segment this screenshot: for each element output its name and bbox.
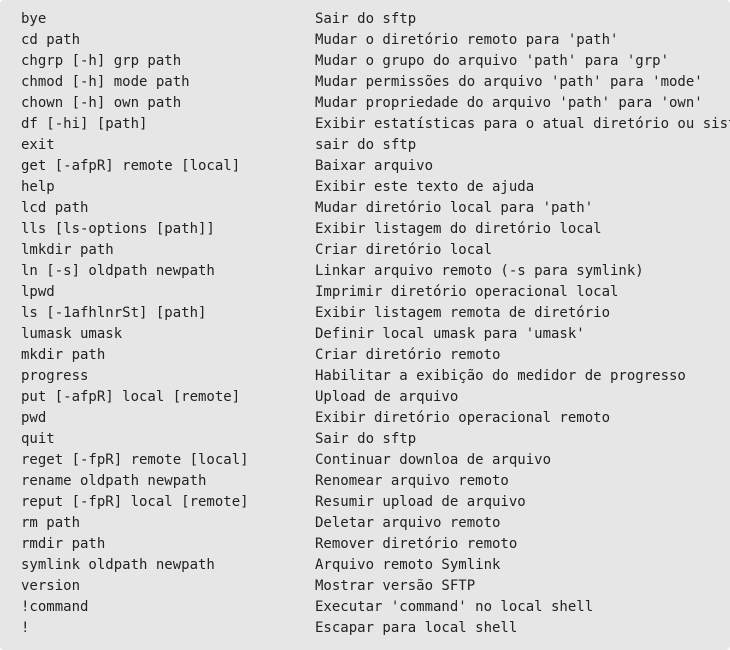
command-description: Exibir diretório operacional remoto <box>315 410 611 426</box>
command-row: lmkdir path Criar diretório local <box>0 240 730 261</box>
command-syntax: reput [-fpR] local [remote] <box>21 494 249 510</box>
command-row: put [-afpR] local [remote] Upload de arqu… <box>0 387 730 408</box>
command-row: ! Escapar para local shell <box>0 618 730 639</box>
command-description: Exibir este texto de ajuda <box>315 179 535 195</box>
command-description: Mudar diretório local para 'path' <box>315 200 594 216</box>
command-row: bye Sair do sftp <box>0 9 730 30</box>
command-syntax: rm path <box>21 515 81 531</box>
command-description: Sair do sftp <box>315 431 417 447</box>
code-block: bye Sair do sftp cd path Mudar o diretório … <box>0 0 730 650</box>
command-syntax: get [-afpR] remote [local] <box>21 158 241 174</box>
command-description: Upload de arquivo <box>315 389 459 405</box>
command-description: Sair do sftp <box>315 11 417 27</box>
command-description: sair do sftp <box>315 137 417 153</box>
command-description: Habilitar a exibição do medidor de progr… <box>315 368 686 384</box>
command-row: cd path Mudar o diretório remoto para 'pa… <box>0 30 730 51</box>
command-description: Criar diretório remoto <box>315 347 501 363</box>
command-syntax: help <box>21 179 55 195</box>
command-description: Resumir upload de arquivo <box>315 494 526 510</box>
command-description: Mudar o grupo do arquivo 'path' para 'gr… <box>315 53 670 69</box>
command-row: symlink oldpath newpath Arquivo remoto Sy… <box>0 555 730 576</box>
command-syntax: rmdir path <box>21 536 106 552</box>
command-row: ln [-s] oldpath newpath Linkar arquivo re… <box>0 261 730 282</box>
command-description: Definir local umask para 'umask' <box>315 326 585 342</box>
command-syntax: rename oldpath newpath <box>21 473 207 489</box>
command-description: Exibir listagem do diretório local <box>315 221 602 237</box>
command-description: Escapar para local shell <box>315 620 518 636</box>
command-description: Mudar o diretório remoto para 'path' <box>315 32 619 48</box>
command-row: exit sair do sftp <box>0 135 730 156</box>
command-syntax: chmod [-h] mode path <box>21 74 190 90</box>
command-syntax: lumask umask <box>21 326 123 342</box>
command-syntax: mkdir path <box>21 347 106 363</box>
command-description: Imprimir diretório operacional local <box>315 284 619 300</box>
command-row: rmdir path Remover diretório remoto <box>0 534 730 555</box>
command-syntax: lls [ls-options [path]] <box>21 221 215 237</box>
command-row: lumask umask Definir local umask para 'um… <box>0 324 730 345</box>
command-syntax: lcd path <box>21 200 89 216</box>
command-description: Remover diretório remoto <box>315 536 518 552</box>
command-syntax: !command <box>21 599 89 615</box>
command-row: lpwd Imprimir diretório operacional local <box>0 282 730 303</box>
command-row: lls [ls-options [path]] Exibir listagem d… <box>0 219 730 240</box>
command-description: Mudar propriedade do arquivo 'path' para… <box>315 95 703 111</box>
command-syntax: version <box>21 578 81 594</box>
command-description: Mostrar versão SFTP <box>315 578 476 594</box>
command-syntax: lmkdir path <box>21 242 114 258</box>
command-syntax: lpwd <box>21 284 55 300</box>
command-row: progress Habilitar a exibição do medidor … <box>0 366 730 387</box>
command-row: ls [-1afhlnrSt] [path] Exibir listagem re… <box>0 303 730 324</box>
command-syntax: bye <box>21 11 47 27</box>
command-syntax: pwd <box>21 410 47 426</box>
command-syntax: ! <box>21 620 30 636</box>
command-description: Continuar downloa de arquivo <box>315 452 552 468</box>
command-row: mkdir path Criar diretório remoto <box>0 345 730 366</box>
command-row: version Mostrar versão SFTP <box>0 576 730 597</box>
command-row: !command Executar 'command' no local shel… <box>0 597 730 618</box>
command-description: Executar 'command' no local shell <box>315 599 594 615</box>
command-syntax: ls [-1afhlnrSt] [path] <box>21 305 207 321</box>
command-description: Arquivo remoto Symlink <box>315 557 501 573</box>
command-description: Mudar permissões do arquivo 'path' para … <box>315 74 703 90</box>
command-description: Renomear arquivo remoto <box>315 473 509 489</box>
command-syntax: exit <box>21 137 55 153</box>
command-row: rm path Deletar arquivo remoto <box>0 513 730 534</box>
command-syntax: quit <box>21 431 55 447</box>
command-description: Baixar arquivo <box>315 158 434 174</box>
command-row: help Exibir este texto de ajuda <box>0 177 730 198</box>
command-syntax: chown [-h] own path <box>21 95 182 111</box>
command-syntax: progress <box>21 368 89 384</box>
command-row: get [-afpR] remote [local] Baixar arquivo <box>0 156 730 177</box>
command-description: Criar diretório local <box>315 242 493 258</box>
command-syntax: symlink oldpath newpath <box>21 557 215 573</box>
command-description: Deletar arquivo remoto <box>315 515 501 531</box>
command-row: chown [-h] own path Mudar propriedade do … <box>0 93 730 114</box>
command-row: reput [-fpR] local [remote] Resumir uploa… <box>0 492 730 513</box>
command-row: quit Sair do sftp <box>0 429 730 450</box>
command-syntax: df [-hi] [path] <box>21 116 148 132</box>
command-description: Exibir listagem remota de diretório <box>315 305 611 321</box>
command-syntax: ln [-s] oldpath newpath <box>21 263 215 279</box>
command-syntax: put [-afpR] local [remote] <box>21 389 241 405</box>
command-syntax: cd path <box>21 32 81 48</box>
command-row: reget [-fpR] remote [local] Continuar dow… <box>0 450 730 471</box>
command-row: chgrp [-h] grp path Mudar o grupo do arqu… <box>0 51 730 72</box>
command-row: df [-hi] [path] Exibir estatísticas para … <box>0 114 730 135</box>
command-syntax: reget [-fpR] remote [local] <box>21 452 249 468</box>
command-row: pwd Exibir diretório operacional remoto <box>0 408 730 429</box>
command-list: bye Sair do sftp cd path Mudar o diretório … <box>0 9 730 639</box>
command-row: rename oldpath newpath Renomear arquivo r… <box>0 471 730 492</box>
command-description: Linkar arquivo remoto (-s para symlink) <box>315 263 644 279</box>
command-syntax: chgrp [-h] grp path <box>21 53 182 69</box>
command-description: Exibir estatísticas para o atual diretór… <box>315 116 730 132</box>
command-row: chmod [-h] mode path Mudar permissões do … <box>0 72 730 93</box>
command-row: lcd path Mudar diretório local para 'path… <box>0 198 730 219</box>
